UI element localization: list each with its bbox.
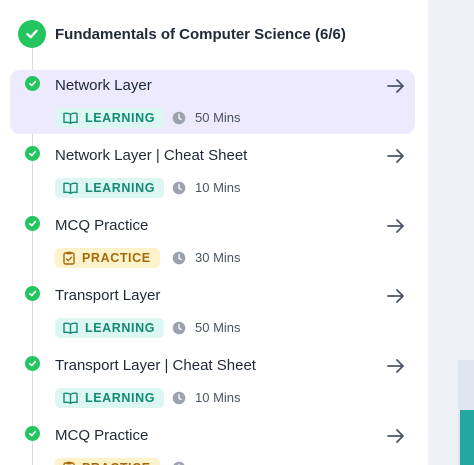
clock-icon: [172, 111, 186, 125]
type-label: LEARNING: [85, 111, 156, 125]
lesson-item-network-layer[interactable]: Network Layer LEARNING 50 Mins: [10, 70, 415, 134]
clipboard-icon: [63, 461, 75, 465]
book-icon: [63, 322, 78, 334]
book-icon: [63, 392, 78, 404]
clock-icon: [173, 461, 185, 465]
lesson-title: Transport Layer: [55, 287, 161, 304]
arrow-right-icon[interactable]: [386, 216, 406, 236]
arrow-right-icon[interactable]: [386, 76, 406, 96]
type-label: PRACTICE: [82, 461, 151, 465]
module-panel: Fundamentals of Computer Science (6/6) N…: [0, 0, 428, 465]
lesson-title: Transport Layer | Cheat Sheet: [55, 357, 256, 374]
type-label: PRACTICE: [82, 251, 151, 265]
lesson-title: Network Layer: [55, 77, 152, 94]
type-badge: PRACTICE: [55, 248, 160, 268]
lesson-item-mcq-practice-2[interactable]: MCQ Practice PRACTICE: [10, 420, 415, 465]
completed-check-icon: [25, 426, 40, 441]
type-label: LEARNING: [85, 321, 156, 335]
clipboard-icon: [63, 251, 75, 265]
type-badge: LEARNING: [55, 108, 165, 128]
arrow-right-icon[interactable]: [386, 146, 406, 166]
book-icon: [63, 112, 78, 124]
type-badge: LEARNING: [55, 178, 165, 198]
arrow-right-icon[interactable]: [386, 286, 406, 306]
clock-icon: [172, 251, 186, 265]
background-accent-bar: [460, 410, 474, 465]
duration: 10 Mins: [195, 180, 241, 195]
completed-check-icon: [25, 356, 40, 371]
lesson-item-transport-layer-cheat-sheet[interactable]: Transport Layer | Cheat Sheet LEARNING 1…: [10, 350, 415, 414]
module-title: Fundamentals of Computer Science (6/6): [55, 25, 346, 43]
module-header: Fundamentals of Computer Science (6/6): [18, 20, 346, 48]
clock-icon: [172, 181, 186, 195]
duration: 50 Mins: [195, 110, 241, 125]
type-badge: PRACTICE: [55, 458, 160, 465]
completed-check-icon: [25, 76, 40, 91]
type-label: LEARNING: [85, 181, 156, 195]
lesson-title: Network Layer | Cheat Sheet: [55, 147, 248, 164]
module-complete-check-icon: [18, 20, 46, 48]
clock-icon: [172, 321, 186, 335]
duration: 30 Mins: [195, 250, 241, 265]
type-badge: LEARNING: [55, 318, 165, 338]
completed-check-icon: [25, 286, 40, 301]
lesson-title: MCQ Practice: [55, 217, 149, 234]
background-content: [428, 0, 474, 465]
lesson-item-mcq-practice[interactable]: MCQ Practice PRACTICE 30 Mins: [10, 210, 415, 274]
duration: 10 Mins: [195, 390, 241, 405]
arrow-right-icon[interactable]: [386, 356, 406, 376]
lesson-title: MCQ Practice: [55, 427, 149, 444]
type-badge: LEARNING: [55, 388, 165, 408]
completed-check-icon: [25, 216, 40, 231]
type-label: LEARNING: [85, 391, 156, 405]
book-icon: [63, 182, 78, 194]
clock-icon: [172, 391, 186, 405]
duration: 50 Mins: [195, 320, 241, 335]
completed-check-icon: [25, 146, 40, 161]
lesson-item-transport-layer[interactable]: Transport Layer LEARNING 50 Mins: [10, 280, 415, 344]
arrow-right-icon[interactable]: [386, 426, 406, 446]
lesson-item-network-layer-cheat-sheet[interactable]: Network Layer | Cheat Sheet LEARNING 10 …: [10, 140, 415, 204]
